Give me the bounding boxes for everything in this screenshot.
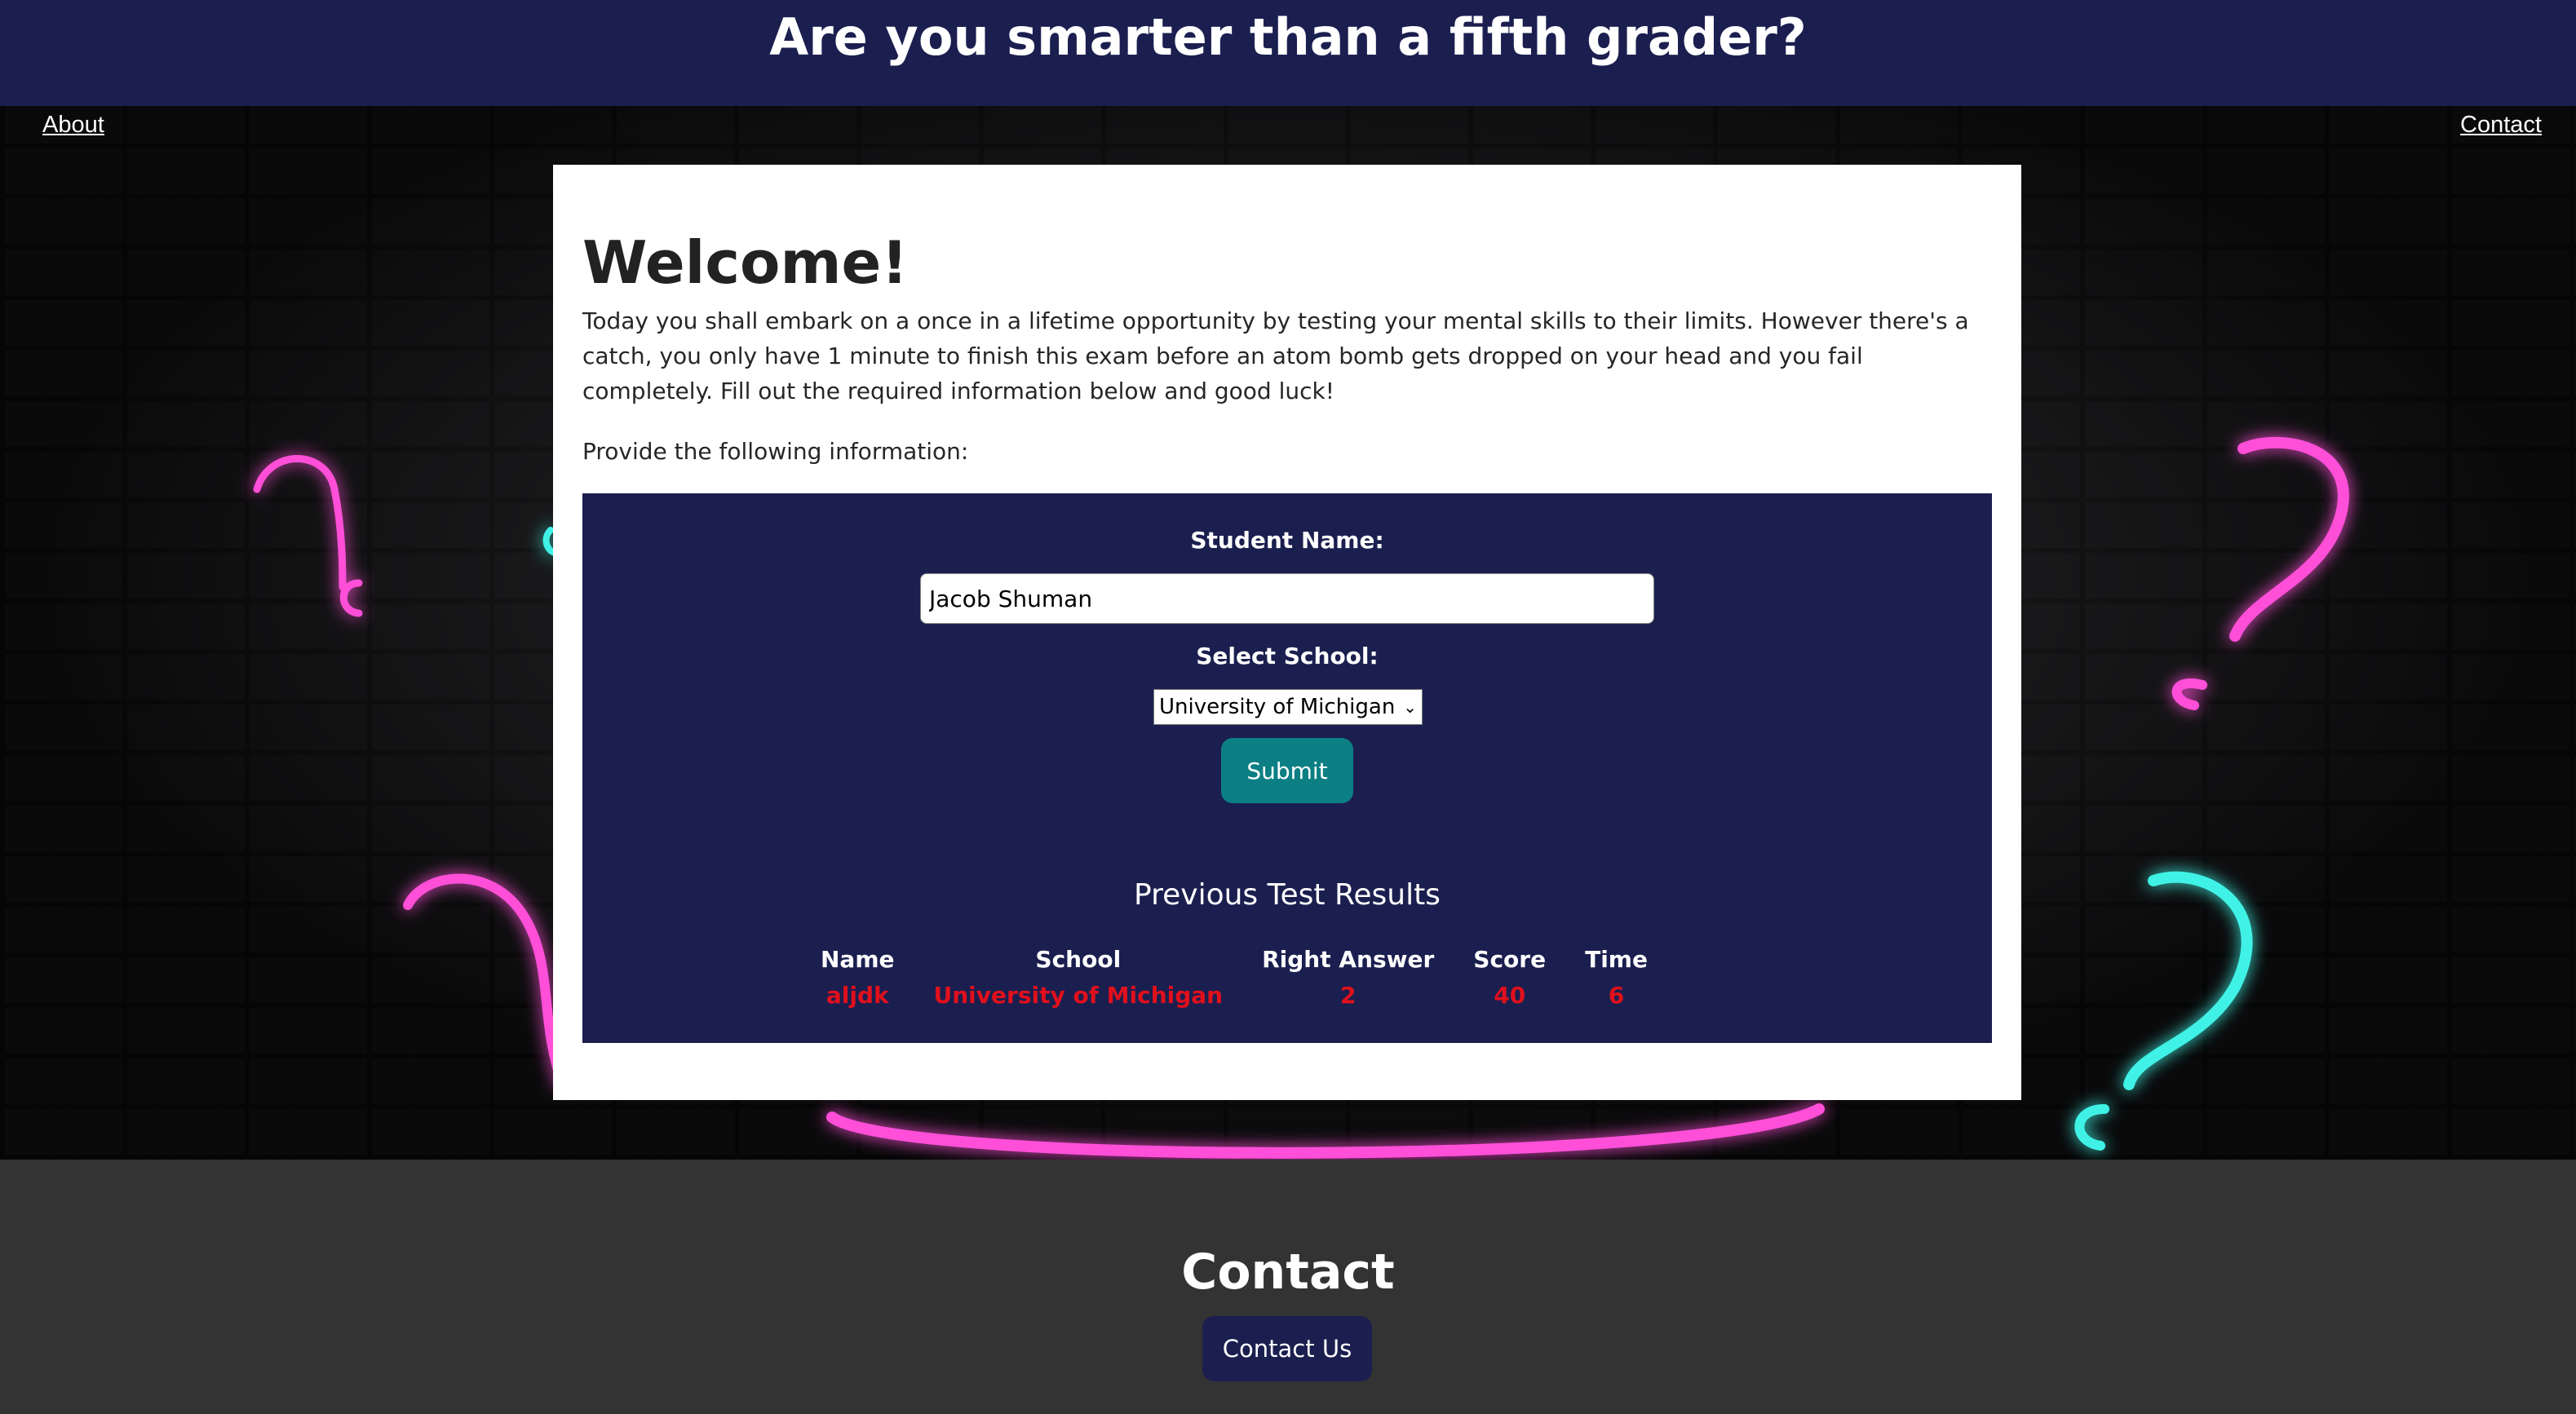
result-score-cell: 40	[1494, 982, 1526, 1009]
nav-about-link[interactable]: About	[42, 108, 104, 141]
student-name-input[interactable]	[920, 573, 1654, 624]
student-name-label: Student Name:	[1190, 527, 1384, 554]
provide-info-text: Provide the following information:	[582, 438, 969, 465]
submit-button[interactable]: Submit	[1221, 738, 1353, 803]
result-time-cell: 6	[1608, 982, 1625, 1009]
results-title: Previous Test Results	[1134, 878, 1441, 912]
result-right-answer-cell: 2	[1339, 982, 1357, 1009]
school-select-value: University of Michigan	[1159, 695, 1396, 719]
main-panel: Welcome! Today you shall embark on a onc…	[553, 165, 2021, 1100]
site-header: Are you smarter than a fifth grader?	[0, 0, 2576, 106]
result-school-cell: University of Michigan	[933, 982, 1224, 1009]
student-form: Student Name: Select School: University …	[582, 493, 1992, 1043]
school-select[interactable]: University of Michigan ⌄	[1153, 689, 1423, 725]
footer: Contact Contact Us	[0, 1160, 2576, 1414]
footer-contact-heading: Contact	[1181, 1244, 1395, 1301]
column-header-score: Score	[1473, 946, 1547, 973]
welcome-heading: Welcome!	[582, 228, 909, 297]
select-school-label: Select School:	[1196, 643, 1379, 669]
results-header-row: Name School Right Answer Score Time	[801, 942, 1667, 978]
column-header-school: School	[1035, 946, 1122, 973]
column-header-time: Time	[1585, 946, 1648, 973]
nav-contact-link[interactable]: Contact	[2460, 108, 2542, 141]
result-name-cell: aljdk	[825, 982, 889, 1009]
page-title: Are you smarter than a fifth grader?	[769, 7, 1807, 67]
column-header-name: Name	[821, 946, 895, 973]
column-header-right-answer: Right Answer	[1262, 946, 1435, 973]
chevron-down-icon: ⌄	[1403, 697, 1417, 717]
table-row: aljdk University of Michigan 2 40 6	[801, 978, 1667, 1014]
contact-us-button[interactable]: Contact Us	[1202, 1316, 1372, 1381]
intro-paragraph: Today you shall embark on a once in a li…	[582, 307, 1969, 404]
results-table: Name School Right Answer Score Time aljd…	[801, 942, 1667, 1014]
